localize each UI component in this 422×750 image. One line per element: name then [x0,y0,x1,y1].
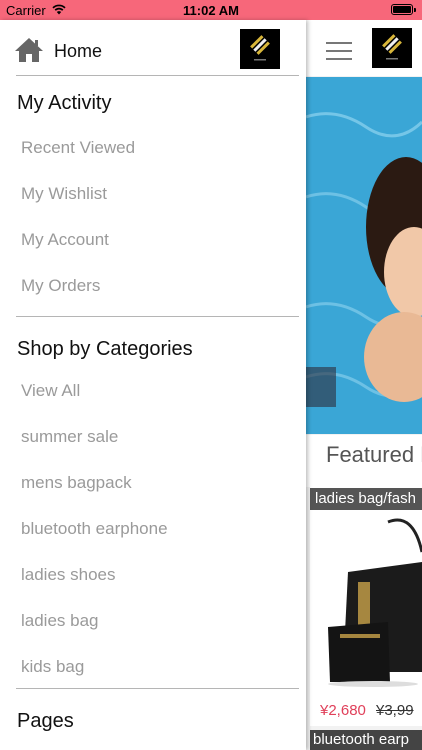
menu-item-my-wishlist[interactable]: My Wishlist [21,184,107,204]
clock: 11:02 AM [183,3,239,18]
featured-title: Featured P [326,442,422,467]
hamburger-menu-icon[interactable] [326,42,352,60]
category-item-view-all[interactable]: View All [21,381,80,401]
divider [16,316,299,317]
category-item-bluetooth-earphone[interactable]: bluetooth earphone [21,519,168,539]
brand-logo[interactable] [372,28,412,68]
section-title-my-activity: My Activity [17,92,112,114]
product-name[interactable]: ladies bag/fash [310,488,422,510]
divider [16,688,299,689]
menu-item-my-account[interactable]: My Account [21,230,109,250]
brand-logo [240,29,280,69]
section-title-pages: Pages [17,710,74,732]
battery-icon [391,4,416,15]
status-bar: Carrier 11:02 AM [0,0,422,20]
promo-banner-image[interactable] [306,77,422,434]
side-drawer: Home My Activity Recent Viewed My Wishli… [0,20,306,750]
product-name[interactable]: bluetooth earp [310,730,422,750]
menu-item-recent-viewed[interactable]: Recent Viewed [21,138,135,158]
menu-item-my-orders[interactable]: My Orders [21,276,100,296]
main-content: Featured P ladies bag/fash ¥2,680 ¥3,99 … [306,20,422,750]
top-bar [306,20,422,76]
category-item-mens-bagpack[interactable]: mens bagpack [21,473,132,493]
home-icon[interactable] [14,37,44,63]
app-screen: Carrier 11:02 AM Featured ladies bag/fas… [0,0,422,750]
home-label[interactable]: Home [54,41,102,62]
category-item-kids-bag[interactable]: kids bag [21,657,84,677]
category-item-ladies-shoes[interactable]: ladies shoes [21,565,116,585]
category-item-ladies-bag[interactable]: ladies bag [21,611,99,631]
drawer-header[interactable]: Home [0,20,306,75]
section-title-categories: Shop by Categories [17,338,193,360]
product-old-price: ¥3,99 [376,702,414,719]
product-price: ¥2,680 [320,702,366,719]
product-image[interactable] [318,512,422,687]
divider [16,75,299,76]
category-item-summer-sale[interactable]: summer sale [21,427,118,447]
